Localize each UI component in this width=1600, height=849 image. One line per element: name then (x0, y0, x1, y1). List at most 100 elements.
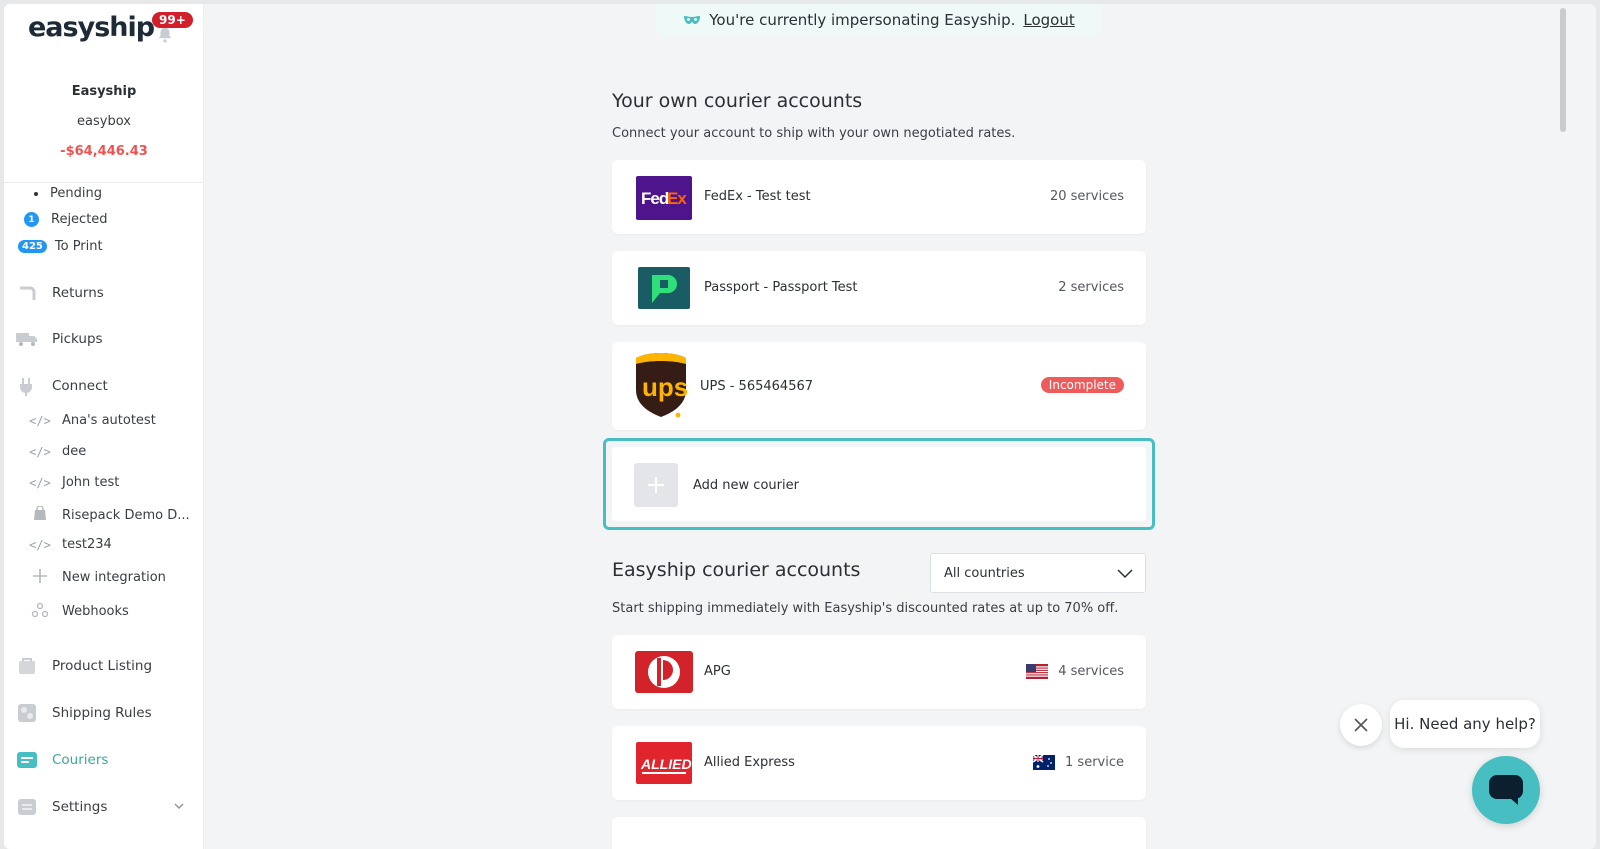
sidebar-item-label: Shipping Rules (52, 705, 152, 721)
code-icon: </> (29, 537, 51, 552)
sidebar-item-label: Connect (52, 378, 108, 394)
courier-services-count: 4 services (1026, 664, 1124, 679)
plus-icon (634, 463, 678, 507)
scrollbar-thumb[interactable] (1560, 8, 1566, 132)
courier-card-passport[interactable]: Passport - Passport Test 2 services (612, 251, 1146, 325)
sidebar-item-rejected[interactable]: 1 Rejected (24, 212, 108, 227)
webhooks-item[interactable]: Webhooks (26, 602, 129, 621)
help-bubble[interactable]: Hi. Need any help? (1390, 700, 1540, 748)
account-name: Easyship (71, 84, 137, 99)
chat-launcher-button[interactable] (1472, 756, 1540, 824)
courier-name: Passport - Passport Test (704, 280, 858, 295)
courier-card-fedex[interactable]: Fed Ex FedEx - Test test 20 services (612, 160, 1146, 234)
own-accounts-description: Connect your account to ship with your o… (612, 126, 1016, 141)
banner-text: You're currently impersonating Easyship. (709, 11, 1016, 29)
integration-item[interactable]: </> John test (26, 475, 119, 490)
courier-status: Incomplete (1040, 377, 1124, 393)
integration-item[interactable]: </> Ana's autotest (26, 413, 156, 428)
integration-label: test234 (62, 537, 112, 552)
mask-icon (684, 16, 701, 24)
integration-label: dee (62, 444, 87, 459)
add-new-courier-button[interactable]: Add new courier (612, 447, 1146, 521)
sidebar-item-product-listing[interactable]: Product Listing (16, 656, 196, 676)
country-filter-value: All countries (944, 565, 1025, 581)
svg-text:Ex: Ex (667, 189, 687, 208)
sidebar-item-returns[interactable]: Returns (16, 283, 196, 303)
couriers-icon (16, 750, 38, 770)
sidebar-divider (4, 182, 204, 183)
integration-label: John test (62, 475, 120, 490)
code-icon: </> (29, 475, 51, 490)
country-filter-select[interactable]: All countries (930, 553, 1146, 593)
chevron-down-icon (1117, 569, 1133, 579)
us-flag-icon (1026, 664, 1049, 679)
sidebar-item-label: Settings (52, 799, 108, 815)
sidebar-item-couriers[interactable]: Couriers (16, 750, 196, 770)
to-print-count-badge: 425 (18, 240, 47, 253)
sidebar-item-pending[interactable]: Pending (24, 186, 102, 201)
fedex-logo: Fed Ex (636, 176, 692, 220)
sidebar-item-label: Couriers (52, 752, 109, 768)
bullet-icon (34, 191, 38, 196)
passport-logo (638, 267, 690, 309)
code-icon: </> (29, 413, 51, 428)
logout-link[interactable]: Logout (1023, 11, 1074, 29)
courier-services-count: 2 services (1058, 280, 1124, 295)
close-icon (1354, 718, 1368, 732)
courier-card-partial[interactable] (612, 817, 1146, 849)
integration-label: New integration (62, 570, 166, 585)
courier-name: APG (704, 664, 731, 679)
shopify-bag-icon (26, 505, 54, 524)
sidebar-item-label: Product Listing (52, 658, 153, 674)
courier-card-ups[interactable]: ups UPS - 565464567 Incomplete (612, 342, 1146, 430)
courier-card-allied-express[interactable]: ALLIED Allied Express 1 service (612, 726, 1146, 800)
integration-label: Webhooks (62, 604, 129, 619)
add-new-courier-label: Add new courier (693, 478, 799, 493)
courier-card-apg[interactable]: APG 4 services (612, 635, 1146, 709)
bell-icon[interactable] (156, 26, 174, 44)
easyship-accounts-description: Start shipping immediately with Easyship… (612, 601, 1119, 616)
au-flag-icon (1033, 755, 1056, 770)
courier-services-count: 20 services (1049, 189, 1124, 204)
svg-text:ups: ups (642, 372, 688, 402)
svg-text:Fed: Fed (641, 189, 669, 208)
courier-name: FedEx - Test test (704, 189, 811, 204)
code-icon: </> (29, 444, 51, 459)
app-frame: easyship 99+ Easyship easybox -$64,446.4… (4, 4, 1596, 849)
integration-label: Ana's autotest (62, 413, 156, 428)
sidebar-item-shipping-rules[interactable]: Shipping Rules (16, 703, 196, 723)
ups-logo: ups (632, 352, 690, 420)
sidebar-item-settings[interactable]: Settings (16, 797, 196, 817)
plus-icon (26, 568, 54, 587)
integration-item[interactable]: Risepack Demo D... (26, 505, 190, 524)
own-accounts-title: Your own courier accounts (612, 90, 863, 112)
sidebar-item-pickups[interactable]: Pickups (16, 329, 196, 349)
sidebar-item-to-print[interactable]: 425 To Print (18, 239, 103, 254)
plug-icon (16, 376, 38, 396)
services-count-text: 1 service (1065, 755, 1124, 770)
settings-icon (16, 797, 38, 817)
sidebar-item-connect[interactable]: Connect (16, 376, 196, 396)
new-integration-button[interactable]: New integration (26, 568, 166, 587)
product-listing-icon (16, 656, 38, 676)
brand-logo[interactable]: easyship (28, 12, 155, 43)
courier-name: UPS - 565464567 (700, 379, 814, 394)
sidebar-item-label: Pickups (52, 331, 103, 347)
impersonation-banner: You're currently impersonating Easyship.… (656, 4, 1102, 36)
apg-logo (635, 651, 693, 693)
chevron-down-icon[interactable] (174, 801, 184, 811)
integration-item[interactable]: </> test234 (26, 537, 112, 552)
truck-icon (16, 329, 38, 349)
returns-icon (16, 283, 38, 303)
sidebar-item-label: To Print (54, 239, 103, 254)
integration-label: Risepack Demo D... (62, 507, 190, 523)
sidebar-item-label: Rejected (51, 212, 108, 227)
help-close-button[interactable] (1340, 704, 1382, 746)
shipping-rules-icon (16, 703, 38, 723)
integration-item[interactable]: </> dee (26, 444, 86, 459)
notification-badge[interactable]: 99+ (152, 12, 193, 28)
svg-text:ALLIED: ALLIED (640, 756, 692, 772)
easyship-accounts-title: Easyship courier accounts (612, 559, 861, 581)
courier-services-count: 1 service (1033, 755, 1124, 770)
sidebar-item-label: Pending (50, 186, 102, 201)
